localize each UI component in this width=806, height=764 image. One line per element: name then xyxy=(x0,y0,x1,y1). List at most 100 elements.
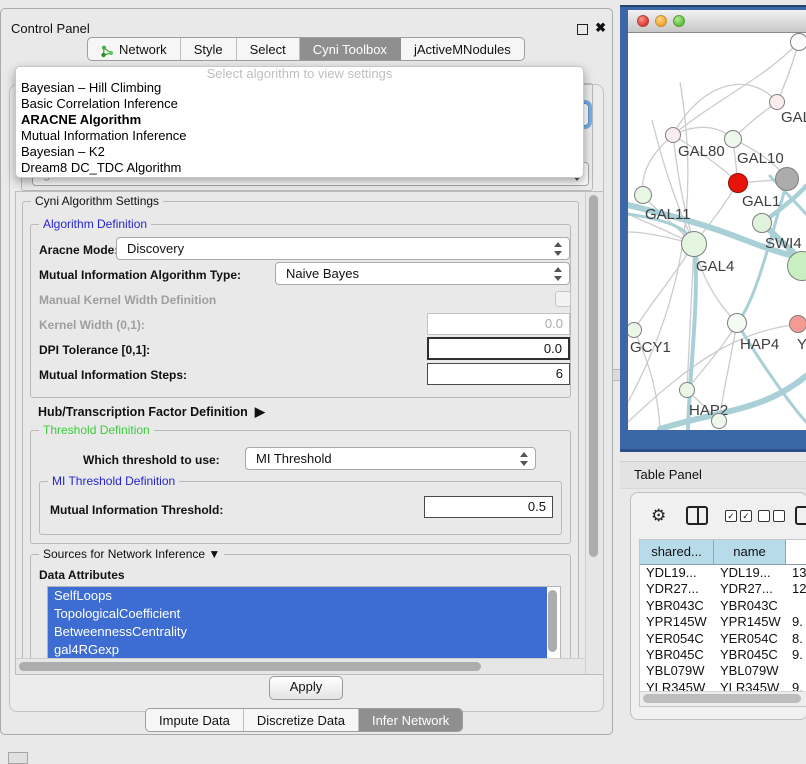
column-header-shared[interactable]: shared... xyxy=(640,540,714,564)
table-cell: YPR145W xyxy=(714,614,786,630)
node-gal2[interactable] xyxy=(769,94,785,110)
node-swi4[interactable] xyxy=(752,213,772,233)
dropdown-item-aracne-algorithm[interactable]: ARACNE Algorithm xyxy=(16,112,583,128)
network-window-titlebar[interactable] xyxy=(628,10,806,33)
table-cell: YBR043C xyxy=(714,598,786,614)
node[interactable] xyxy=(711,413,727,429)
zoom-traffic-light-icon[interactable] xyxy=(673,15,685,27)
gear-icon[interactable]: ⚙ xyxy=(651,507,666,524)
tab-label: jActiveMNodules xyxy=(414,39,511,60)
hub-definition-toggle[interactable]: Hub/Transcription Factor Definition ▶ xyxy=(38,404,265,420)
tab-select[interactable]: Select xyxy=(237,38,300,60)
dropdown-item-mutual-information-inference[interactable]: Mutual Information Inference xyxy=(16,128,583,144)
tab-discretize-data[interactable]: Discretize Data xyxy=(244,709,359,731)
control-panel-title: Control Panel xyxy=(11,21,90,36)
attribute-item-betweennesscentrality[interactable]: BetweennessCentrality xyxy=(48,623,547,641)
dropdown-item-dream8-dc-tdc-algorithm[interactable]: Dream8 DC_TDC Algorithm xyxy=(16,160,583,176)
aracne-mode-combobox[interactable]: Discovery xyxy=(116,237,570,260)
attribute-item-topologicalcoefficient[interactable]: TopologicalCoefficient xyxy=(48,605,547,623)
split-columns-icon[interactable] xyxy=(686,506,708,525)
close-icon[interactable]: ✖ xyxy=(595,20,606,36)
network-canvas[interactable]: GAL2GAL80GAL10GAL1GAL11SWI4GAL4HAP4YGCY1… xyxy=(628,33,806,430)
close-traffic-light-icon[interactable] xyxy=(637,15,649,27)
dropdown-item-basic-correlation-inference[interactable]: Basic Correlation Inference xyxy=(16,96,583,112)
table-horizontal-scrollbar[interactable] xyxy=(640,691,806,706)
sources-group: Sources for Network Inference ▼ Data Att… xyxy=(30,554,571,675)
table-row[interactable]: YDR27...YDR27...12 xyxy=(640,581,806,597)
table-cell: YBR045C xyxy=(714,647,786,663)
table-hscroll-thumb[interactable] xyxy=(643,694,801,703)
mi-type-value: Naive Bayes xyxy=(286,266,359,281)
node-label: GAL10 xyxy=(737,150,784,167)
new-table-icon[interactable] xyxy=(795,506,806,525)
list-scrollbar-thumb[interactable] xyxy=(548,590,557,652)
tab-style[interactable]: Style xyxy=(181,38,237,60)
which-threshold-combobox[interactable]: MI Threshold xyxy=(245,447,536,470)
node-y[interactable] xyxy=(789,315,806,333)
attribute-item-gal4rgexp[interactable]: gal4RGexp xyxy=(48,641,547,659)
node[interactable] xyxy=(775,167,799,191)
float-window-icon[interactable] xyxy=(577,24,588,35)
table-cell: 12 xyxy=(786,581,806,597)
data-attributes-label: Data Attributes xyxy=(39,568,125,582)
attribute-item-selfloops[interactable]: SelfLoops xyxy=(48,587,547,605)
checked-box-icon: ✓ xyxy=(740,510,752,522)
node-gal80[interactable] xyxy=(665,127,681,143)
node-gal11[interactable] xyxy=(634,186,652,204)
mi-type-combobox[interactable]: Naive Bayes xyxy=(275,262,570,285)
stepper-arrows-icon xyxy=(554,267,562,281)
tab-impute-data[interactable]: Impute Data xyxy=(146,709,244,731)
mi-steps-field[interactable]: 6 xyxy=(427,363,570,385)
node-hap4[interactable] xyxy=(727,313,747,333)
manual-kernel-checkbox[interactable] xyxy=(555,291,571,307)
stepper-arrows-icon xyxy=(554,242,562,256)
unchecked-box-icon xyxy=(758,510,770,522)
node[interactable] xyxy=(790,33,806,51)
apply-button[interactable]: Apply xyxy=(269,676,343,700)
tab-infer-network[interactable]: Infer Network xyxy=(359,709,462,731)
table-cell: YDL19... xyxy=(640,565,714,581)
kernel-width-label: Kernel Width (0,1): xyxy=(39,318,145,332)
tab-jactivemnodules[interactable]: jActiveMNodules xyxy=(401,38,524,60)
table-row[interactable]: YBR045CYBR045C9. xyxy=(640,647,806,663)
table-row[interactable]: YDL19...YDL19...13 xyxy=(640,565,806,581)
settings-vertical-scrollbar[interactable] xyxy=(585,192,602,674)
tab-label: Impute Data xyxy=(159,710,230,731)
column-header-name[interactable]: name xyxy=(714,540,786,564)
settings-horizontal-scrollbar[interactable] xyxy=(16,658,585,675)
data-attributes-list[interactable]: SelfLoopsTopologicalCoefficientBetweenne… xyxy=(47,586,561,659)
tab-label: Select xyxy=(250,39,286,60)
which-threshold-value: MI Threshold xyxy=(256,451,332,466)
minimized-panel-icon[interactable] xyxy=(8,752,28,764)
table-row[interactable]: YBR043CYBR043C xyxy=(640,598,806,614)
threshold-definition-group: Threshold Definition Which threshold to … xyxy=(30,430,571,544)
mi-threshold-label: Mutual Information Threshold: xyxy=(50,503,223,517)
table-cell: YBR045C xyxy=(640,647,714,663)
settings-hscroll-thumb[interactable] xyxy=(19,662,481,671)
tab-cyni-toolbox[interactable]: Cyni Toolbox xyxy=(300,38,401,60)
list-vertical-scrollbar[interactable] xyxy=(547,588,559,657)
table-row[interactable]: YER054CYER054C8. xyxy=(640,631,806,647)
dropdown-prompt: Select algorithm to view settings xyxy=(16,67,583,80)
table-row[interactable]: YBL079WYBL079W xyxy=(640,663,806,679)
node-gal1[interactable] xyxy=(728,173,748,193)
sources-group-title[interactable]: Sources for Network Inference ▼ xyxy=(39,547,224,561)
dropdown-item-bayesian-k2[interactable]: Bayesian – K2 xyxy=(16,144,583,160)
node-label: GAL2 xyxy=(781,109,806,126)
network-frame-bottom-edge xyxy=(620,449,806,452)
dpi-tolerance-field[interactable]: 0.0 xyxy=(427,337,570,360)
deselect-all-columns-icon[interactable] xyxy=(758,510,785,522)
tab-network[interactable]: Network xyxy=(88,38,181,60)
dropdown-item-bayesian-hill-climbing[interactable]: Bayesian – Hill Climbing xyxy=(16,80,583,96)
mi-threshold-field[interactable]: 0.5 xyxy=(424,496,553,518)
select-all-columns-icon[interactable]: ✓ ✓ xyxy=(725,510,752,522)
table-row[interactable]: YPR145WYPR145W9. xyxy=(640,614,806,630)
table-cell: 9. xyxy=(786,614,806,630)
kernel-width-field[interactable]: 0.0 xyxy=(427,313,570,335)
node-gal4[interactable] xyxy=(681,231,707,257)
node-hap2[interactable] xyxy=(679,382,695,398)
node-gal10[interactable] xyxy=(724,130,742,148)
minimize-traffic-light-icon[interactable] xyxy=(655,15,667,27)
aracne-mode-label: Aracne Mode: xyxy=(39,243,118,257)
settings-vscroll-thumb[interactable] xyxy=(589,195,598,557)
